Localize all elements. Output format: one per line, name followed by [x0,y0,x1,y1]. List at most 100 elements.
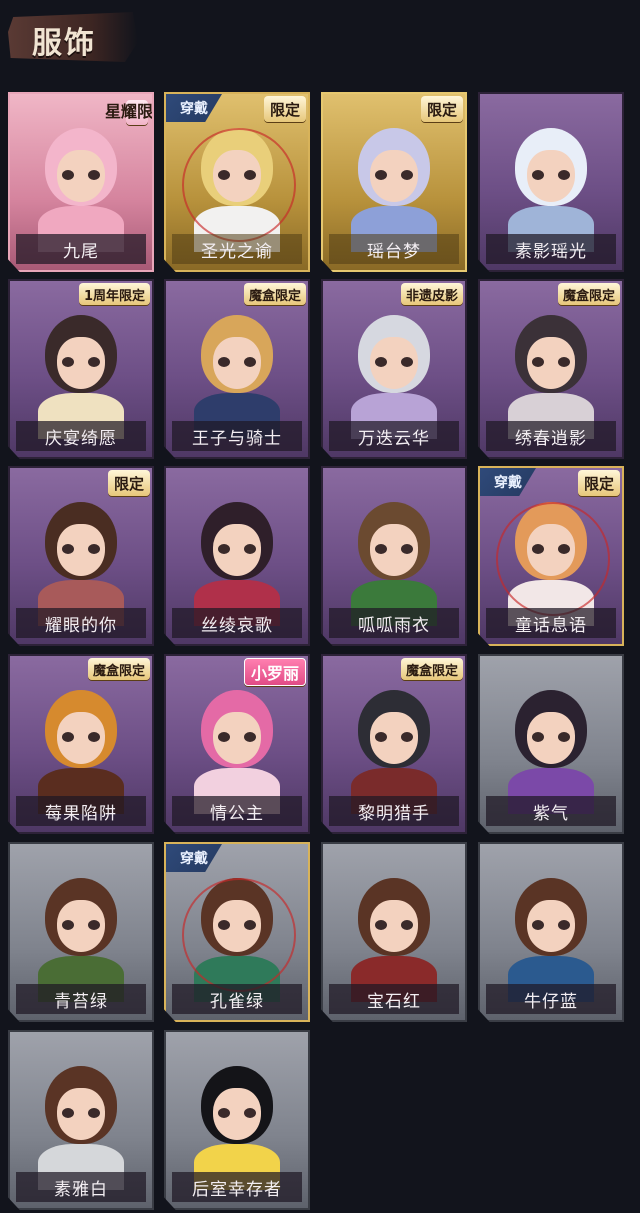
limited-tag: 限定 [263,96,306,122]
character-portrait [32,110,130,252]
header: 服饰 [0,0,640,80]
character-portrait [32,484,130,626]
costume-name: 青苔绿 [54,991,108,1012]
costume-name: 紫气 [533,803,569,824]
portrait-eyes [62,1108,100,1118]
card-name-bar: 莓果陷阱 [16,796,146,826]
costume-card[interactable]: 素影瑶光 [478,92,624,272]
character-portrait [188,297,286,439]
costume-card[interactable]: 小罗丽情公主 [164,654,310,834]
costume-card[interactable]: 魔盒限定黎明猎手 [321,654,467,834]
portrait-eyes [62,732,100,742]
costume-name: 童话息语 [515,615,587,636]
limited-tag: 1周年限定 [78,283,150,305]
costume-card[interactable]: 魔盒限定 绣春逍影 [478,279,624,459]
costume-name: 九尾 [63,241,99,262]
portrait-eyes [218,544,256,554]
costume-name: 宝石红 [367,991,421,1012]
limited-tag: 限定 [107,470,150,496]
costume-name: 孔雀绿 [210,991,264,1012]
costume-card[interactable]: 星耀限定九尾 [8,92,154,272]
limited-tag: 小罗丽 [243,658,306,686]
costume-name: 瑶台梦 [367,241,421,262]
portrait-eyes [62,170,100,180]
costume-name: 王子与骑士 [192,428,282,449]
limited-tag: 魔盒限定 [400,658,463,680]
costume-name: 丝绫哀歌 [201,615,273,636]
costume-name: 素影瑶光 [515,241,587,262]
card-name-bar: 耀眼的你 [16,608,146,638]
card-name-bar: 素影瑶光 [486,234,616,264]
costume-name: 素雅白 [54,1179,108,1200]
costume-card[interactable]: 非遗皮影万迭云华 [321,279,467,459]
costume-name: 莓果陷阱 [45,803,117,824]
card-name-bar: 紫气 [486,796,616,826]
costume-name: 情公主 [210,803,264,824]
costume-name: 圣光之谕 [201,241,273,262]
costume-card[interactable]: 宝石红 [321,842,467,1022]
portrait-eyes [62,544,100,554]
limited-tag: 魔盒限定 [243,283,306,305]
character-portrait [345,484,443,626]
card-name-bar: 王子与骑士 [172,421,302,451]
card-name-bar: 呱呱雨衣 [329,608,459,638]
card-name-bar: 圣光之谕 [172,234,302,264]
portrait-eyes [218,1108,256,1118]
character-portrait [502,110,600,252]
portrait-eyes [375,357,413,367]
character-portrait [188,672,286,814]
portrait-eyes [62,357,100,367]
costume-card[interactable]: 紫气 [478,654,624,834]
portrait-eyes [532,732,570,742]
costume-card[interactable]: 魔盒限定王子与骑士 [164,279,310,459]
limited-tag: 星耀限定 [105,100,152,125]
card-name-bar: 万迭云华 [329,421,459,451]
costume-card[interactable]: 后室幸存者 [164,1030,310,1210]
costume-card[interactable]: 青苔绿 [8,842,154,1022]
card-name-bar: 绣春逍影 [486,421,616,451]
character-portrait [502,297,600,439]
costume-card[interactable]: 限定 瑶台梦 [321,92,467,272]
equipped-ring [496,502,610,616]
costume-card[interactable]: 穿戴 限定 童话息语 [478,466,624,646]
portrait-eyes [375,920,413,930]
card-name-bar: 丝绫哀歌 [172,608,302,638]
costume-name: 绣春逍影 [515,428,587,449]
limited-tag: 魔盒限定 [87,658,150,680]
character-portrait [345,860,443,1002]
limited-tag: 非遗皮影 [400,283,463,305]
costume-card[interactable]: 穿戴 限定 圣光之谕 [164,92,310,272]
card-name-bar: 宝石红 [329,984,459,1014]
portrait-eyes [532,920,570,930]
equipped-ring [182,878,296,992]
costume-card[interactable]: 呱呱雨衣 [321,466,467,646]
costume-card[interactable]: 牛仔蓝 [478,842,624,1022]
card-name-bar: 孔雀绿 [172,984,302,1014]
character-portrait [188,1048,286,1190]
portrait-eyes [218,357,256,367]
character-portrait [32,672,130,814]
costume-card[interactable]: 穿戴 孔雀绿 [164,842,310,1022]
costume-card[interactable]: 1周年限定庆宴绮愿 [8,279,154,459]
page-title: 服饰 [32,26,96,61]
costume-name: 后室幸存者 [192,1179,282,1200]
card-name-bar: 青苔绿 [16,984,146,1014]
costume-name: 耀眼的你 [45,615,117,636]
portrait-eyes [375,170,413,180]
card-name-bar: 后室幸存者 [172,1172,302,1202]
portrait-eyes [532,357,570,367]
costume-card[interactable]: 魔盒限定莓果陷阱 [8,654,154,834]
costume-card[interactable]: 丝绫哀歌 [164,466,310,646]
costume-card[interactable]: 素雅白 [8,1030,154,1210]
costume-card[interactable]: 限定耀眼的你 [8,466,154,646]
character-portrait [345,672,443,814]
portrait-eyes [532,170,570,180]
costume-name: 庆宴绮愿 [45,428,117,449]
character-portrait [345,297,443,439]
character-portrait [502,672,600,814]
costume-name: 黎明猎手 [358,803,430,824]
card-name-bar: 九尾 [16,234,146,264]
card-name-bar: 瑶台梦 [329,234,459,264]
equipped-ring [182,128,296,242]
character-portrait [188,484,286,626]
